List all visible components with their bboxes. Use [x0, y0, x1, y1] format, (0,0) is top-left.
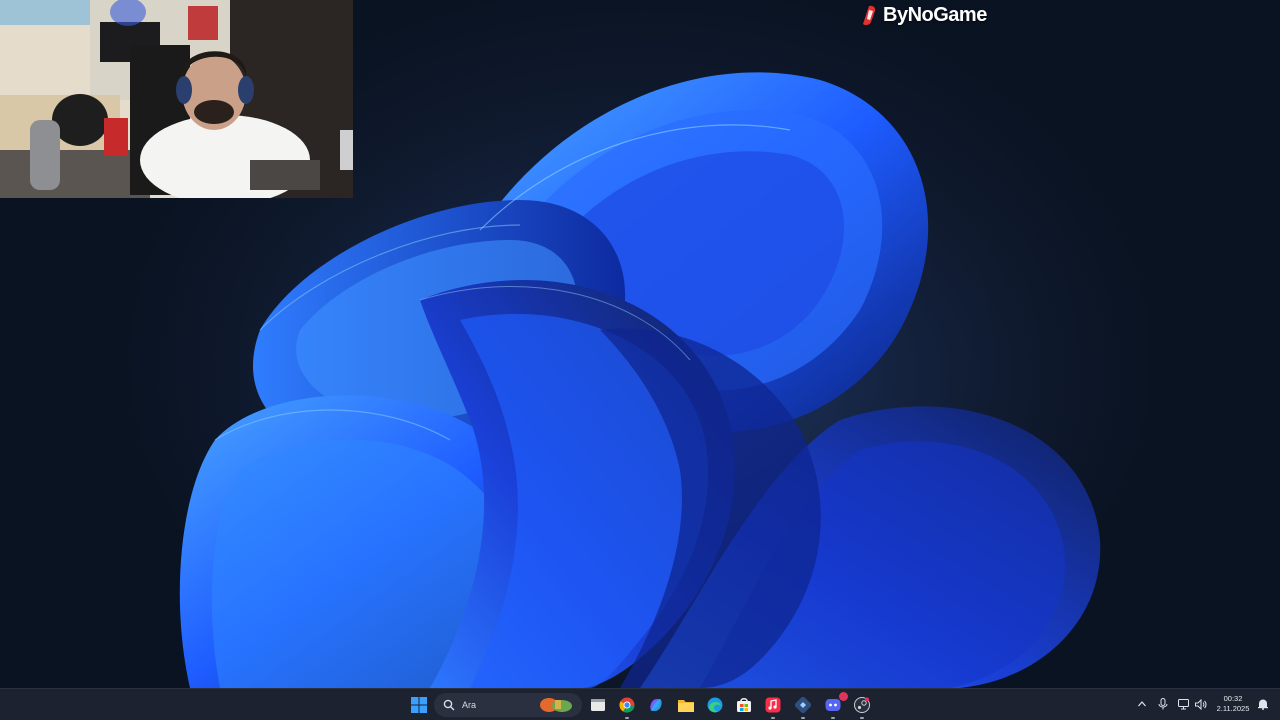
volume-button[interactable] [1194, 697, 1208, 711]
steam-icon [854, 697, 870, 713]
chrome-running-indicator [625, 717, 629, 719]
music-running-indicator [771, 717, 775, 719]
file-manager-button[interactable] [588, 695, 608, 715]
store-icon [737, 698, 751, 712]
music-icon [765, 697, 781, 713]
edge-icon [707, 697, 723, 713]
bynogame-logo-icon [863, 5, 876, 26]
discord-notification-badge [839, 692, 848, 701]
search-box[interactable]: Ara [434, 693, 582, 717]
taskbar: Ara 00:32 2.11.2025 [0, 688, 1280, 720]
chrome-button[interactable] [617, 695, 637, 715]
discord-button[interactable] [823, 692, 848, 715]
search-highlight-icon [540, 698, 572, 712]
volume-icon [1195, 698, 1207, 710]
microphone-icon [1158, 698, 1168, 710]
app-button[interactable] [793, 695, 813, 715]
store-button[interactable] [734, 695, 754, 715]
edge-button[interactable] [705, 695, 725, 715]
network-icon [1178, 698, 1189, 709]
chevron-up-icon [1138, 701, 1146, 707]
file-explorer-icon [678, 700, 694, 712]
notification-button[interactable] [1256, 697, 1270, 711]
search-icon [443, 699, 455, 711]
copilot-icon [650, 699, 662, 711]
start-button[interactable] [409, 695, 429, 715]
file-manager-icon [591, 699, 605, 711]
show-hidden-icons-button[interactable] [1135, 697, 1149, 711]
discord-icon [825, 699, 841, 711]
system-clock[interactable]: 00:32 2.11.2025 [1212, 694, 1254, 714]
webcam-overlay [0, 0, 353, 198]
start-icon [411, 697, 427, 713]
network-button[interactable] [1177, 697, 1191, 711]
music-button[interactable] [763, 695, 783, 715]
app-running-indicator [801, 717, 805, 719]
clock-date: 2.11.2025 [1216, 704, 1250, 713]
microphone-button[interactable] [1156, 697, 1170, 711]
file-explorer-button[interactable] [676, 695, 696, 715]
logo-text: ByNoGame [883, 3, 987, 26]
streamer-webcam-image [0, 0, 353, 198]
bynogame-logo: ByNoGame [860, 2, 987, 28]
app-icon [795, 697, 811, 713]
discord-running-indicator [831, 717, 835, 719]
steam-button[interactable] [852, 695, 872, 715]
steam-running-indicator [860, 717, 864, 719]
chrome-icon [619, 697, 635, 713]
copilot-button[interactable] [646, 695, 666, 715]
clock-time: 00:32 [1223, 694, 1243, 703]
notification-icon [1258, 699, 1268, 710]
search-placeholder: Ara [462, 700, 477, 710]
